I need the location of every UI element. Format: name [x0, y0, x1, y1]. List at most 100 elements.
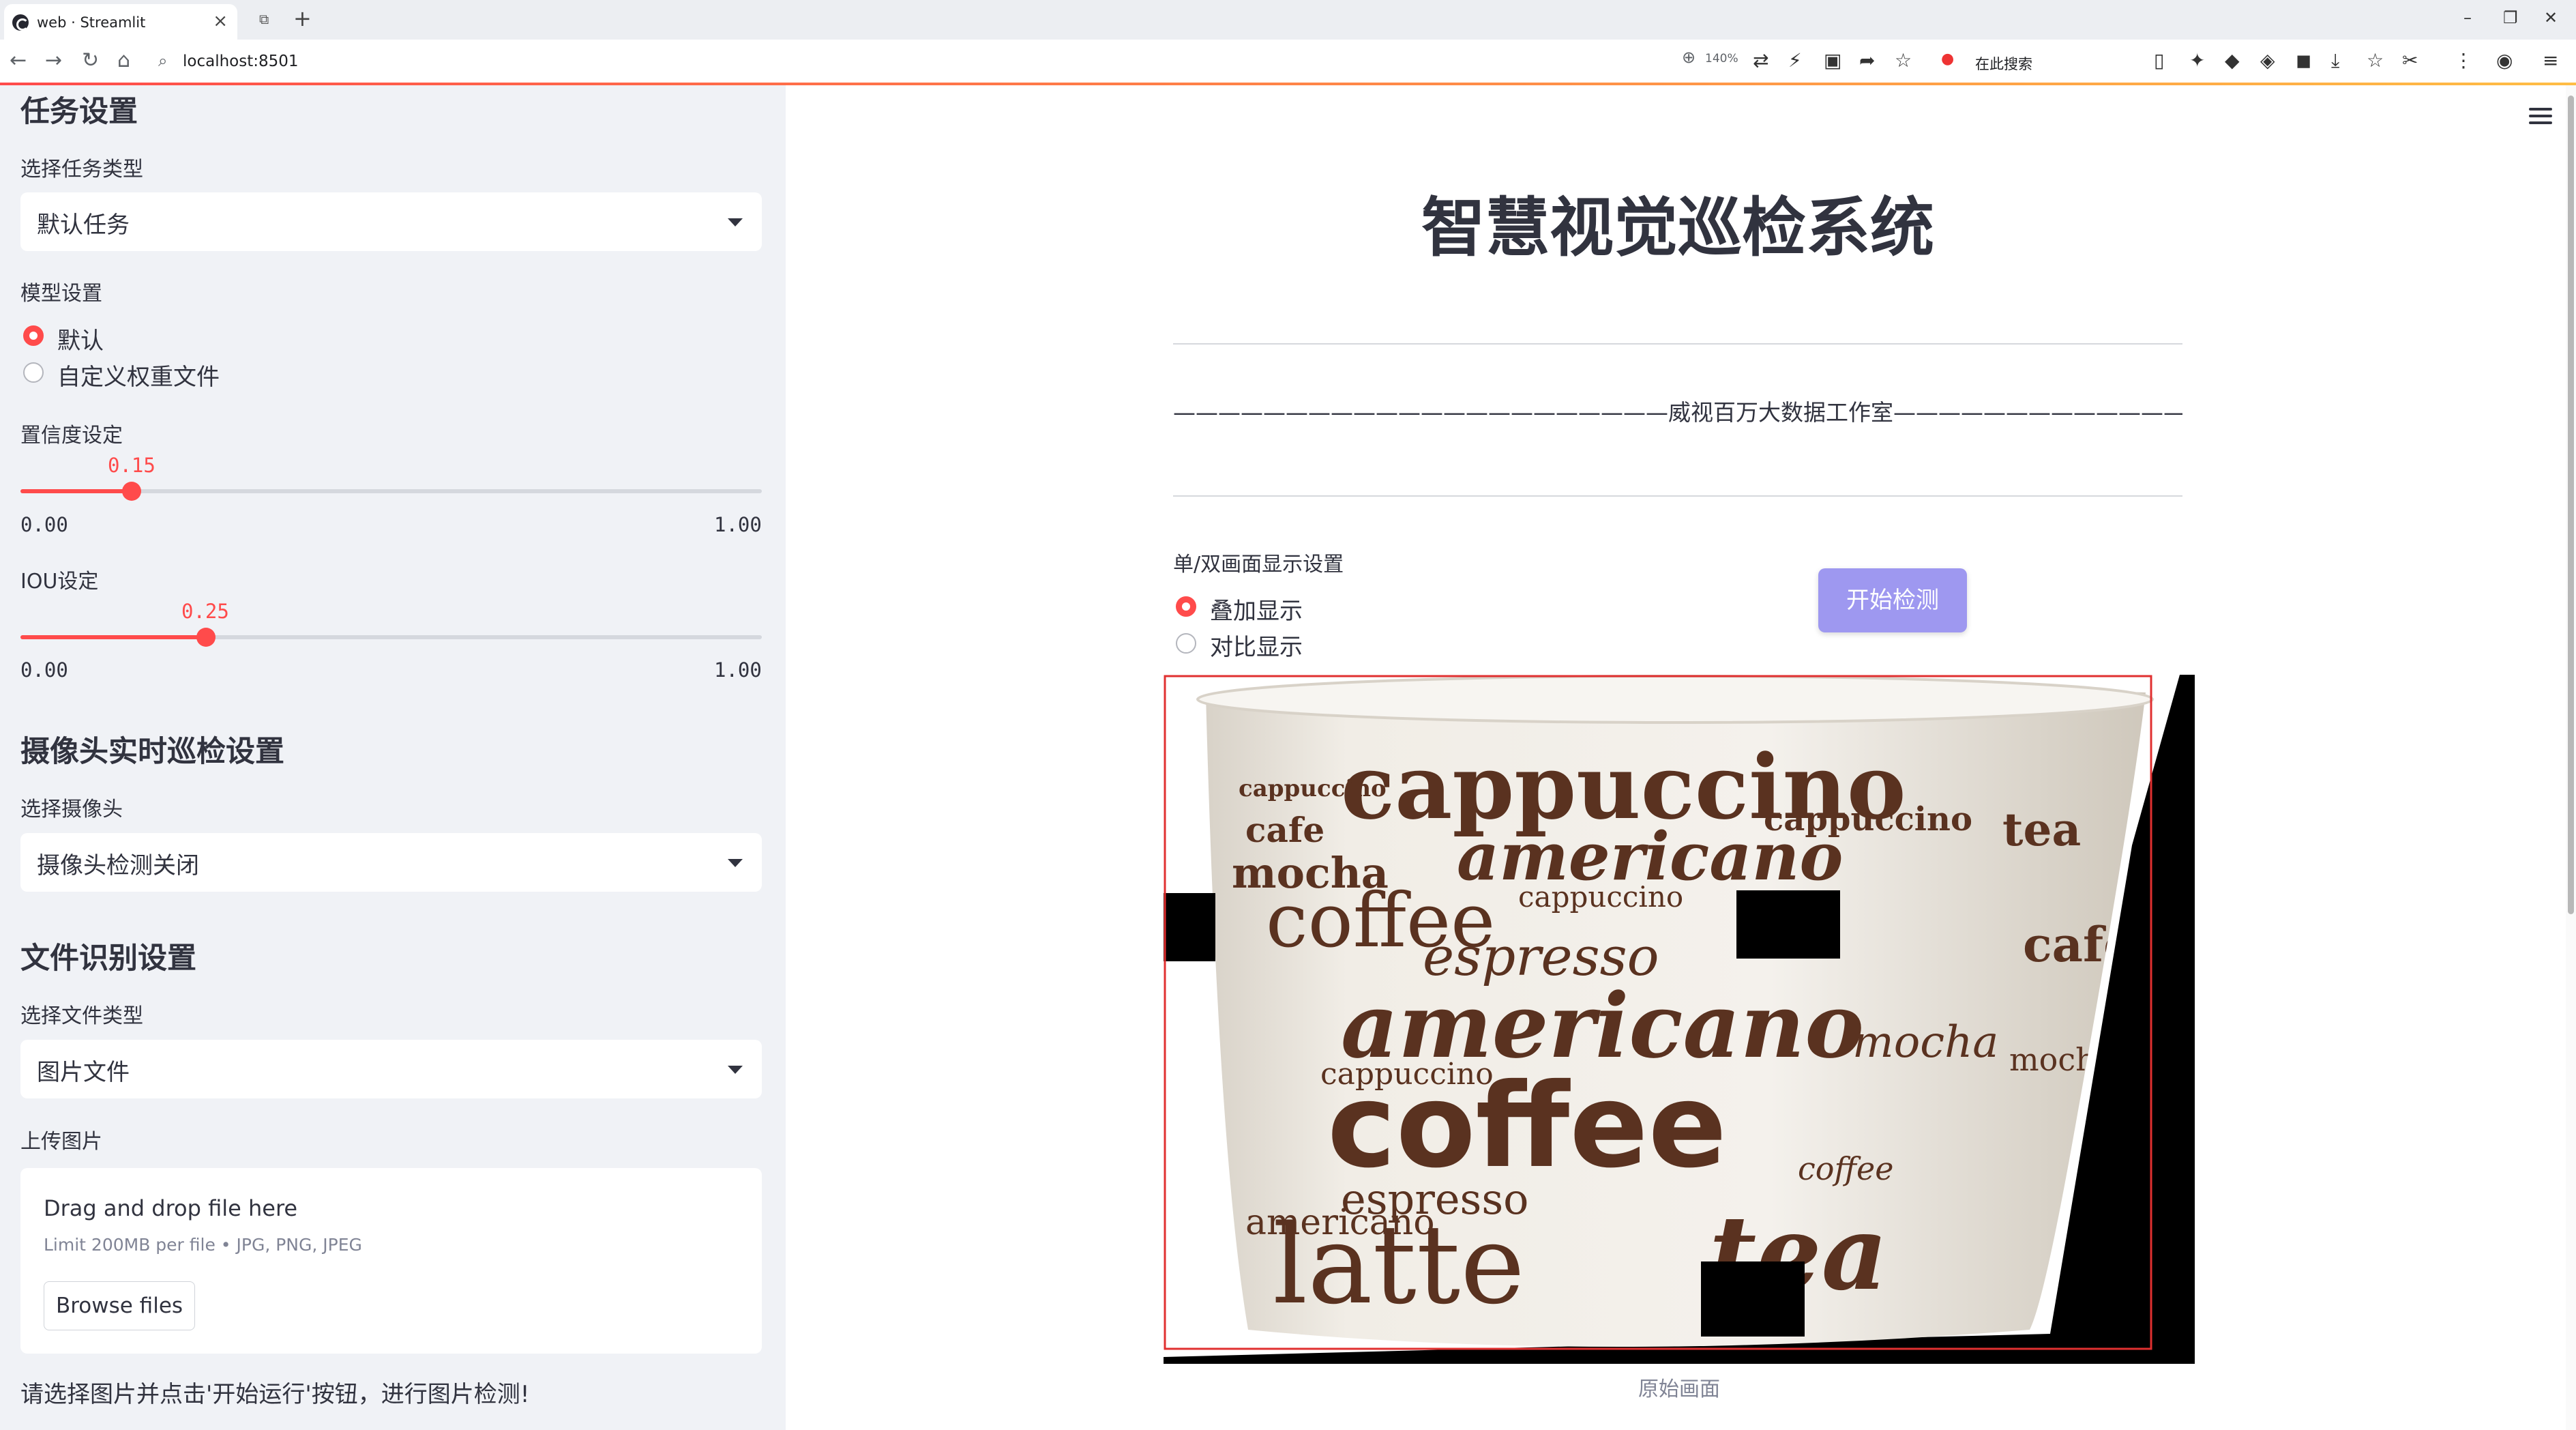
cup-text-word: cappuccino [1239, 775, 1387, 802]
cup-text-word: cafe [1245, 810, 1324, 850]
browser-toolbar: ← → ↻ ⌂ ⌕ localhost:8501 140% ⊕ ⇄ ⚡ ▣ ➦ … [0, 40, 2576, 83]
extension-icon-3[interactable]: ◈ [2260, 49, 2275, 72]
address-bar[interactable]: ⌕ localhost:8501 [151, 45, 1706, 78]
favorites-icon[interactable]: ☆ [2367, 49, 2384, 72]
restore-icon[interactable]: ❐ [2503, 8, 2518, 27]
cup-text-word: coffee [1798, 1150, 1894, 1187]
tab-groups-icon[interactable]: ⧉ [259, 11, 269, 27]
task-type-label: 选择任务类型 [20, 158, 143, 181]
chevron-down-icon [728, 1066, 743, 1074]
upload-limit-text: Limit 200MB per file • JPG, PNG, JPEG [44, 1235, 362, 1255]
model-option-custom[interactable]: 自定义权重文件 [57, 358, 220, 392]
task-section-title: 任务设置 [20, 95, 138, 129]
display-option-compare[interactable]: 对比显示 [1210, 628, 1303, 662]
address-text: localhost:8501 [183, 53, 299, 70]
file-uploader-dropzone[interactable]: Drag and drop file here Limit 200MB per … [20, 1168, 762, 1354]
image-caption: 原始画面 [1638, 1377, 1720, 1401]
chevron-down-icon [728, 859, 743, 867]
cut-icon[interactable]: ✂ [2402, 49, 2418, 72]
studio-line: ——————————————————————威视百万大数据工作室————————… [1173, 399, 2182, 426]
file-type-label: 选择文件类型 [20, 1004, 143, 1028]
chevron-down-icon [728, 218, 743, 227]
cup-rim [1196, 675, 2154, 724]
confidence-slider[interactable] [20, 482, 762, 501]
sidebar: 任务设置 选择任务类型 默认任务 模型设置 默认 自定义权重文件 置信度设定 0… [0, 85, 786, 1430]
detection-image: cappuccino cappuccino cafe americano tea… [1164, 675, 2195, 1364]
file-type-select[interactable]: 图片文件 [20, 1040, 762, 1098]
extension-icon-4[interactable]: ◼ [2296, 49, 2311, 72]
mobile-icon[interactable]: ▯ [2154, 49, 2164, 72]
reload-icon[interactable]: ↻ [82, 48, 99, 72]
iou-slider-thumb[interactable] [196, 628, 216, 647]
forward-icon[interactable]: → [45, 48, 62, 72]
browser-search-box[interactable]: ● 在此搜索 [1934, 48, 2125, 75]
browser-search-placeholder: 在此搜索 [1975, 56, 2032, 72]
iou-max: 1.00 [714, 658, 762, 682]
iou-slider-fill [20, 635, 206, 639]
extension-icon-2[interactable]: ◆ [2225, 49, 2240, 72]
search-icon: ⌕ [158, 51, 168, 70]
model-radio-default[interactable] [23, 325, 44, 346]
model-radio-custom[interactable] [23, 362, 44, 383]
translate-icon[interactable]: ⇄ [1753, 49, 1768, 72]
file-section-title: 文件识别设置 [20, 942, 196, 976]
display-setting-label: 单/双画面显示设置 [1173, 553, 1344, 577]
streamlit-favicon-icon [12, 14, 29, 31]
display-radio-overlay[interactable] [1176, 596, 1196, 617]
camera-select[interactable]: 摄像头检测关闭 [20, 833, 762, 892]
divider-bottom [1173, 495, 2182, 497]
browser-tab-bar: web · Streamlit × ⧉ + – ❐ ✕ [0, 0, 2576, 40]
zoom-icon: ⊕ [1682, 48, 1696, 67]
camera-value: 摄像头检测关闭 [37, 852, 199, 879]
iou-slider[interactable] [20, 628, 762, 647]
back-icon[interactable]: ← [10, 48, 27, 72]
iou-min: 0.00 [20, 658, 68, 682]
confidence-max: 1.00 [714, 513, 762, 536]
tab-title: web · Streamlit [37, 14, 146, 31]
new-tab-icon[interactable]: + [293, 5, 312, 31]
confidence-slider-fill [20, 489, 132, 493]
browse-files-button[interactable]: Browse files [44, 1281, 195, 1330]
confidence-label: 置信度设定 [20, 424, 123, 448]
upload-drag-text: Drag and drop file here [44, 1195, 298, 1221]
occlusion-block [1736, 890, 1840, 959]
cup-text-word: mocha [1852, 1017, 1998, 1068]
page-title: 智慧视觉巡检系统 [1421, 191, 1934, 265]
search-engine-icon: ● [1941, 50, 1955, 68]
lightning-icon[interactable]: ⚡ [1788, 49, 1802, 72]
share-icon[interactable]: ➦ [1859, 49, 1875, 72]
confidence-slider-thumb[interactable] [122, 482, 141, 501]
start-detection-button[interactable]: 开始检测 [1818, 568, 1967, 632]
cup-text-word: latte [1273, 1201, 1525, 1328]
minimize-icon[interactable]: – [2463, 8, 2472, 27]
confidence-min: 0.00 [20, 513, 68, 536]
browser-tab[interactable]: web · Streamlit × [4, 4, 237, 40]
bookmark-star-icon[interactable]: ☆ [1895, 49, 1912, 72]
cup-text-word: tea [2002, 803, 2081, 856]
extension-icon[interactable]: ✦ [2189, 49, 2205, 72]
tab-close-icon[interactable]: × [213, 11, 228, 31]
upload-label: 上传图片 [20, 1130, 102, 1154]
browser-menu-icon[interactable]: ≡ [2543, 49, 2558, 72]
cup-text-word: cappuccino [1518, 880, 1683, 914]
close-window-icon[interactable]: ✕ [2544, 8, 2558, 27]
occlusion-block [1164, 893, 1215, 961]
display-option-overlay[interactable]: 叠加显示 [1210, 592, 1303, 626]
model-option-default[interactable]: 默认 [57, 322, 104, 355]
iou-value: 0.25 [181, 600, 229, 623]
sidebar-hint-text: 请选择图片并点击'开始运行'按钮，进行图片检测! [20, 1381, 530, 1408]
page-scrollbar-thumb[interactable] [2568, 96, 2574, 914]
zoom-level[interactable]: 140% [1705, 52, 1738, 65]
task-type-select[interactable]: 默认任务 [20, 192, 762, 251]
camera-section-title: 摄像头实时巡检设置 [20, 735, 284, 769]
home-icon[interactable]: ⌂ [117, 48, 130, 72]
more-menu-icon[interactable]: ⋮ [2454, 49, 2473, 72]
screenshot-icon[interactable]: ▣ [1824, 49, 1841, 72]
occlusion-block [1701, 1261, 1805, 1337]
display-radio-compare[interactable] [1176, 633, 1196, 654]
download-icon[interactable]: ⤓ [2331, 49, 2339, 72]
model-label: 模型设置 [20, 282, 102, 306]
confidence-value: 0.15 [108, 454, 156, 477]
hamburger-menu-icon[interactable] [2529, 108, 2552, 126]
profile-avatar-icon[interactable]: ◉ [2496, 49, 2513, 72]
